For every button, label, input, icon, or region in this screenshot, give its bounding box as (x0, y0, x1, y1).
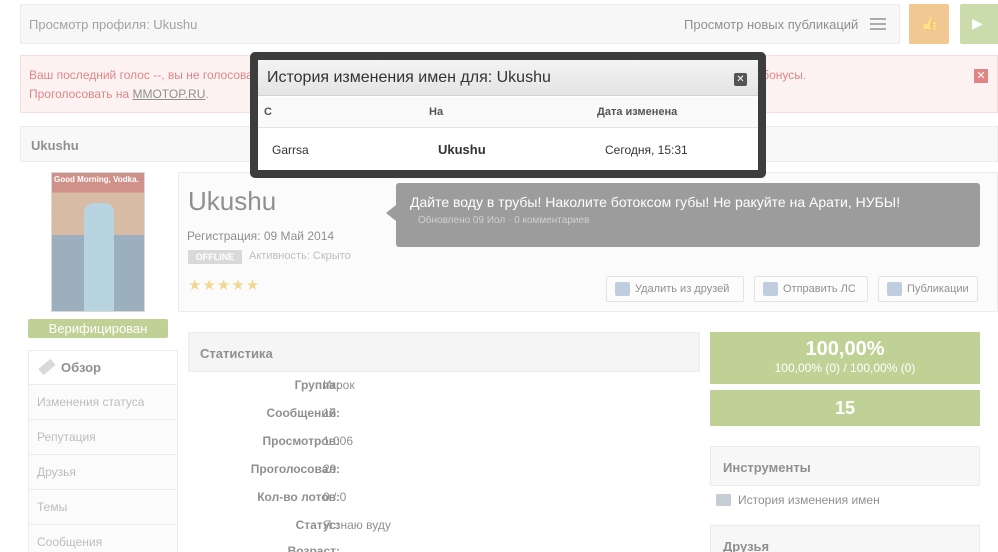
change-date: Сегодня, 15:31 (605, 143, 688, 157)
old-name: Garrsa (272, 143, 309, 157)
dialog-header: История изменения имен для: Ukushu ✕ (258, 60, 758, 96)
dialog-title: История изменения имен для: Ukushu (267, 69, 551, 86)
dialog-body: История изменения имен для: Ukushu ✕ С Н… (258, 60, 758, 170)
table-row: Garrsa Ukushu Сегодня, 15:31 (258, 132, 758, 168)
close-icon[interactable]: ✕ (734, 73, 747, 86)
table-header: С На Дата изменена (258, 97, 758, 128)
col-date: Дата изменена (597, 106, 678, 118)
new-name: Ukushu (438, 142, 486, 157)
col-to: На (429, 106, 444, 118)
name-history-dialog: История изменения имен для: Ukushu ✕ С Н… (250, 52, 766, 178)
col-from: С (264, 106, 272, 118)
